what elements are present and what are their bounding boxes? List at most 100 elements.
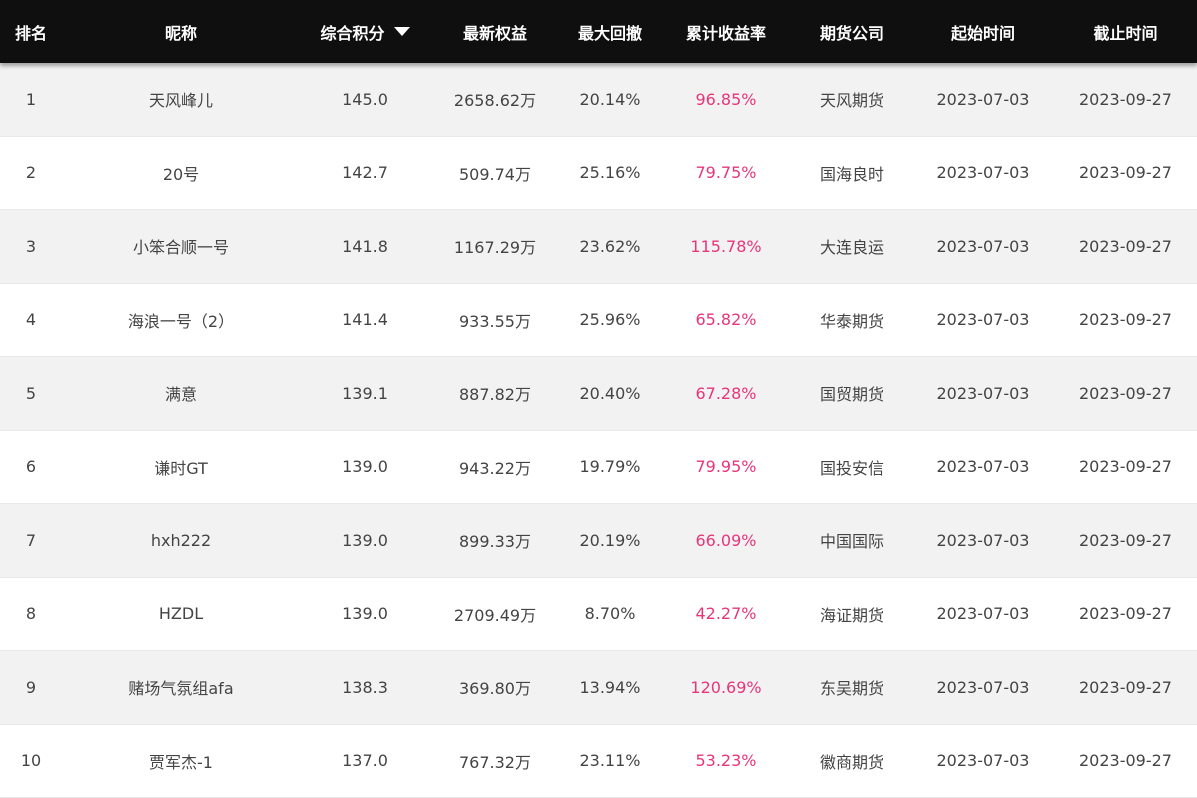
column-header-score-label: 综合积分 [320, 23, 385, 43]
cell-rank: 6 [25, 457, 37, 477]
cell-nickname: 20号 [162, 164, 200, 184]
cell-end: 2023-09-27 [1079, 530, 1172, 550]
table-row[interactable]: 7 hxh222 139.0 899.33万 20.19% 66.09% 中国国… [0, 504, 1197, 578]
cell-drawdown: 20.14% [579, 89, 641, 109]
column-header-company[interactable]: 期货公司 [792, 0, 912, 63]
cell-start: 2023-07-03 [936, 530, 1030, 550]
cell-return-rate: 115.78% [690, 236, 762, 256]
cell-start: 2023-07-03 [936, 383, 1030, 403]
cell-score: 138.3 [342, 677, 388, 697]
cell-score: 139.0 [342, 530, 388, 550]
cell-nickname: 赌场气氛组afa [128, 679, 234, 699]
cell-rank: 8 [25, 604, 37, 624]
cell-company: 国投安信 [819, 458, 884, 478]
cell-start: 2023-07-03 [936, 751, 1030, 771]
cell-nickname: HZDL [158, 604, 204, 624]
column-header-nickname[interactable]: 昵称 [62, 0, 300, 63]
table-row[interactable]: 4 海浪一号（2） 141.4 933.55万 25.96% 65.82% 华泰… [0, 283, 1197, 357]
cell-start: 2023-07-03 [936, 677, 1030, 697]
cell-drawdown: 20.40% [579, 383, 641, 403]
cell-company: 华泰期货 [819, 311, 884, 331]
cell-start: 2023-07-03 [936, 604, 1030, 624]
cell-end: 2023-09-27 [1079, 310, 1172, 330]
table-row[interactable]: 8 HZDL 139.0 2709.49万 8.70% 42.27% 海证期货 … [0, 577, 1197, 651]
table-header: 排名 昵称 综合积分 最新权益 最大回撤 累计收益率 期货公司 起始时间 截止时… [0, 0, 1197, 63]
cell-equity: 767.32万 [459, 752, 531, 772]
column-header-return-rate[interactable]: 累计收益率 [660, 0, 792, 63]
table-row[interactable]: 2 20号 142.7 509.74万 25.16% 79.75% 国海良时 2… [0, 136, 1197, 210]
cell-equity: 2658.62万 [453, 91, 537, 111]
column-header-drawdown[interactable]: 最大回撤 [560, 0, 660, 63]
cell-rank: 1 [25, 89, 37, 109]
cell-score: 141.4 [342, 310, 388, 330]
cell-return-rate: 67.28% [695, 383, 757, 403]
cell-nickname: 贾军杰-1 [149, 752, 213, 772]
column-header-equity[interactable]: 最新权益 [430, 0, 560, 63]
column-header-end[interactable]: 截止时间 [1054, 0, 1197, 63]
cell-drawdown: 23.62% [579, 236, 641, 256]
cell-end: 2023-09-27 [1079, 604, 1172, 624]
cell-rank: 4 [25, 310, 37, 330]
cell-nickname: 谦时GT [154, 458, 208, 478]
cell-start: 2023-07-03 [936, 236, 1030, 256]
cell-score: 142.7 [342, 163, 388, 183]
caret-down-icon[interactable] [393, 27, 410, 36]
cell-equity: 887.82万 [459, 385, 531, 405]
cell-drawdown: 19.79% [579, 457, 641, 477]
cell-start: 2023-07-03 [936, 457, 1030, 477]
cell-drawdown: 25.16% [579, 163, 641, 183]
cell-equity: 899.33万 [459, 532, 531, 552]
cell-company: 中国国际 [819, 532, 884, 552]
column-header-start[interactable]: 起始时间 [912, 0, 1054, 63]
cell-return-rate: 79.75% [695, 163, 757, 183]
cell-nickname: 满意 [164, 385, 197, 405]
cell-company: 海证期货 [819, 605, 884, 625]
cell-score: 139.0 [342, 457, 388, 477]
cell-start: 2023-07-03 [936, 163, 1030, 183]
cell-score: 139.0 [342, 604, 388, 624]
cell-rank: 2 [25, 163, 37, 183]
cell-drawdown: 13.94% [579, 677, 641, 697]
table-row[interactable]: 3 小笨合顺一号 141.8 1167.29万 23.62% 115.78% 大… [0, 210, 1197, 284]
cell-rank: 10 [20, 751, 42, 771]
cell-drawdown: 20.19% [579, 530, 641, 550]
cell-equity: 933.55万 [459, 311, 531, 331]
cell-score: 145.0 [342, 89, 388, 109]
cell-end: 2023-09-27 [1079, 677, 1172, 697]
cell-score: 141.8 [342, 236, 388, 256]
table-row[interactable]: 1 天风峰儿 145.0 2658.62万 20.14% 96.85% 天风期货… [0, 63, 1197, 137]
column-header-score[interactable]: 综合积分 [300, 0, 430, 63]
cell-return-rate: 120.69% [690, 677, 762, 697]
cell-rank: 9 [25, 677, 37, 697]
cell-drawdown: 8.70% [584, 604, 636, 624]
cell-company: 天风期货 [819, 91, 884, 111]
cell-start: 2023-07-03 [936, 310, 1030, 330]
cell-equity: 509.74万 [459, 164, 531, 184]
cell-return-rate: 42.27% [695, 604, 757, 624]
cell-company: 国海良时 [819, 164, 884, 184]
cell-return-rate: 66.09% [695, 530, 757, 550]
cell-end: 2023-09-27 [1079, 163, 1172, 183]
column-header-rank[interactable]: 排名 [0, 0, 62, 63]
table-row[interactable]: 6 谦时GT 139.0 943.22万 19.79% 79.95% 国投安信 … [0, 430, 1197, 504]
cell-rank: 7 [25, 530, 37, 550]
cell-end: 2023-09-27 [1079, 383, 1172, 403]
table-row[interactable]: 9 赌场气氛组afa 138.3 369.80万 13.94% 120.69% … [0, 651, 1197, 725]
cell-equity: 369.80万 [459, 679, 531, 699]
cell-rank: 5 [25, 383, 37, 403]
cell-return-rate: 79.95% [695, 457, 757, 477]
cell-return-rate: 65.82% [695, 310, 757, 330]
table-row[interactable]: 5 满意 139.1 887.82万 20.40% 67.28% 国贸期货 20… [0, 357, 1197, 431]
cell-score: 139.1 [342, 383, 388, 403]
cell-rank: 3 [25, 236, 37, 256]
cell-return-rate: 53.23% [695, 751, 757, 771]
cell-end: 2023-09-27 [1079, 457, 1172, 477]
cell-end: 2023-09-27 [1079, 751, 1172, 771]
table-row[interactable]: 10 贾军杰-1 137.0 767.32万 23.11% 53.23% 徽商期… [0, 724, 1197, 798]
cell-drawdown: 23.11% [579, 751, 641, 771]
cell-nickname: 海浪一号（2） [127, 311, 235, 331]
cell-nickname: 天风峰儿 [148, 91, 213, 111]
cell-end: 2023-09-27 [1079, 89, 1172, 109]
cell-return-rate: 96.85% [695, 89, 757, 109]
cell-company: 大连良运 [819, 238, 884, 258]
